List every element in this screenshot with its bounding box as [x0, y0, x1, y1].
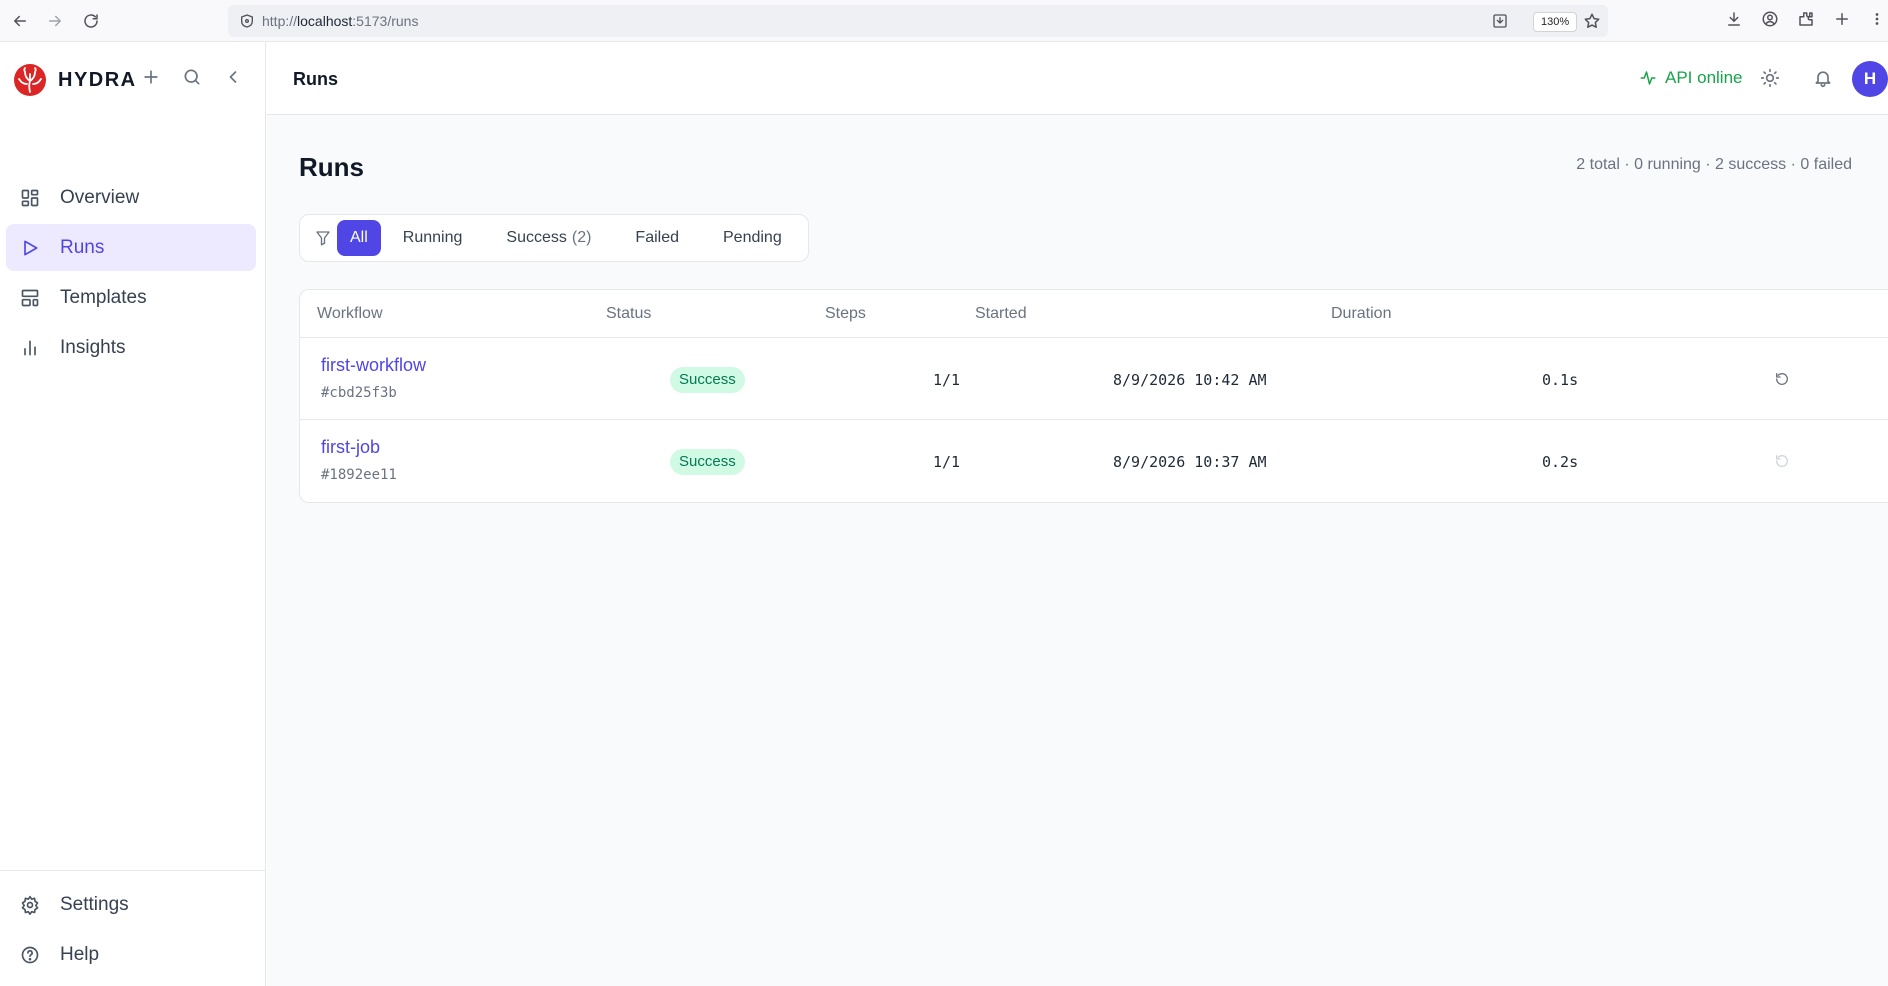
sidebar-item-templates[interactable]: Templates [6, 274, 256, 321]
top-header: Runs API online H [267, 42, 1888, 115]
extensions-icon[interactable] [1797, 10, 1815, 28]
status-filter-group: All Running Success (2) Failed Pending [299, 214, 809, 262]
layout-grid-icon [18, 186, 42, 210]
zoom-level[interactable]: 130% [1533, 12, 1578, 32]
duration: 0.1s [1542, 371, 1579, 389]
run-id: #cbd25f3b [321, 385, 397, 401]
runs-summary: 2 total · 0 running · 2 success · 0 fail… [1576, 156, 1852, 173]
gear-icon [18, 893, 42, 917]
sidebar-item-help[interactable]: Help [6, 931, 259, 978]
browser-toolbar: http://localhost:5173/runs 130% [0, 0, 1888, 42]
url-text: http://localhost:5173/runs [262, 13, 419, 29]
bell-icon[interactable] [1813, 68, 1833, 88]
forward-arrow-icon[interactable] [43, 9, 67, 33]
sidebar-nav: Overview Runs Templates Insights [6, 174, 256, 374]
api-status-label: API online [1665, 68, 1743, 87]
search-icon[interactable] [182, 67, 202, 87]
workflow-name-link[interactable]: first-workflow [321, 355, 426, 376]
filter-success-count: (2) [571, 229, 592, 246]
workflow-name-link[interactable]: first-job [321, 437, 380, 458]
sidebar-item-label: Settings [60, 893, 129, 915]
sidebar-item-label: Help [60, 943, 100, 965]
status-badge: Success [670, 449, 745, 475]
sidebar: HYDRA Overview Runs Templates Insights S… [0, 42, 266, 986]
brand-name: HYDRA [58, 69, 137, 91]
sidebar-item-overview[interactable]: Overview [6, 174, 256, 221]
rerun-icon[interactable] [1774, 453, 1790, 469]
main-content: Runs 2 total · 0 running · 2 success · 0… [267, 115, 1888, 986]
menu-icon[interactable] [1872, 10, 1882, 28]
filter-all[interactable]: All [337, 220, 381, 256]
shield-icon [239, 13, 255, 29]
activity-icon [1639, 69, 1665, 87]
play-icon [18, 236, 42, 260]
column-status: Status [606, 305, 652, 322]
collapse-sidebar-chevron-icon[interactable] [223, 67, 243, 87]
column-started: Started [975, 305, 1027, 322]
bookmark-star-icon[interactable] [1583, 12, 1601, 30]
rerun-icon[interactable] [1774, 371, 1790, 387]
back-arrow-icon[interactable] [8, 9, 32, 33]
sidebar-item-settings[interactable]: Settings [6, 881, 259, 928]
table-header: Workflow Status Steps Started Duration [300, 290, 1888, 338]
column-workflow: Workflow [317, 305, 383, 322]
status-badge: Success [670, 367, 745, 393]
duration: 0.2s [1542, 453, 1579, 471]
filter-icon [314, 229, 332, 247]
sidebar-item-insights[interactable]: Insights [6, 324, 256, 371]
sidebar-item-label: Insights [60, 336, 126, 358]
filter-pending[interactable]: Pending [701, 220, 804, 256]
filter-success[interactable]: Success (2) [484, 220, 613, 256]
sun-icon[interactable] [1760, 68, 1780, 88]
page-title: Runs [299, 152, 364, 182]
api-status-indicator[interactable]: API online [1639, 68, 1743, 88]
address-bar[interactable]: http://localhost:5173/runs 130% [228, 5, 1608, 37]
add-icon[interactable] [141, 67, 161, 87]
sidebar-item-label: Runs [60, 236, 105, 258]
header-title: Runs [293, 69, 338, 89]
new-tab-icon[interactable] [1833, 10, 1851, 28]
sidebar-footer: Settings Help [0, 870, 265, 981]
started-time: 8/9/2026 10:37 AM [1113, 453, 1267, 471]
column-steps: Steps [825, 305, 866, 322]
sidebar-item-label: Overview [60, 186, 140, 208]
account-icon[interactable] [1761, 10, 1779, 28]
run-id: #1892ee11 [321, 467, 397, 483]
filter-running[interactable]: Running [381, 220, 485, 256]
template-icon [18, 286, 42, 310]
table-row[interactable]: first-workflow #cbd25f3b Success 1/1 8/9… [300, 338, 1888, 420]
downloads-icon[interactable] [1725, 10, 1743, 28]
sidebar-item-runs[interactable]: Runs [6, 224, 256, 271]
column-duration: Duration [1331, 305, 1392, 322]
reload-icon[interactable] [79, 9, 103, 33]
runs-table: Workflow Status Steps Started Duration f… [299, 289, 1888, 503]
steps-count: 1/1 [933, 453, 961, 471]
help-circle-icon [18, 943, 42, 967]
hydra-logo-icon [13, 63, 47, 97]
avatar[interactable]: H [1852, 61, 1888, 97]
filter-success-label: Success [506, 229, 567, 246]
steps-count: 1/1 [933, 371, 961, 389]
table-row[interactable]: first-job #1892ee11 Success 1/1 8/9/2026… [300, 420, 1888, 502]
sidebar-item-label: Templates [60, 286, 147, 308]
started-time: 8/9/2026 10:42 AM [1113, 371, 1267, 389]
save-page-icon[interactable] [1492, 13, 1508, 29]
filter-failed[interactable]: Failed [613, 220, 701, 256]
bar-chart-icon [18, 336, 42, 360]
